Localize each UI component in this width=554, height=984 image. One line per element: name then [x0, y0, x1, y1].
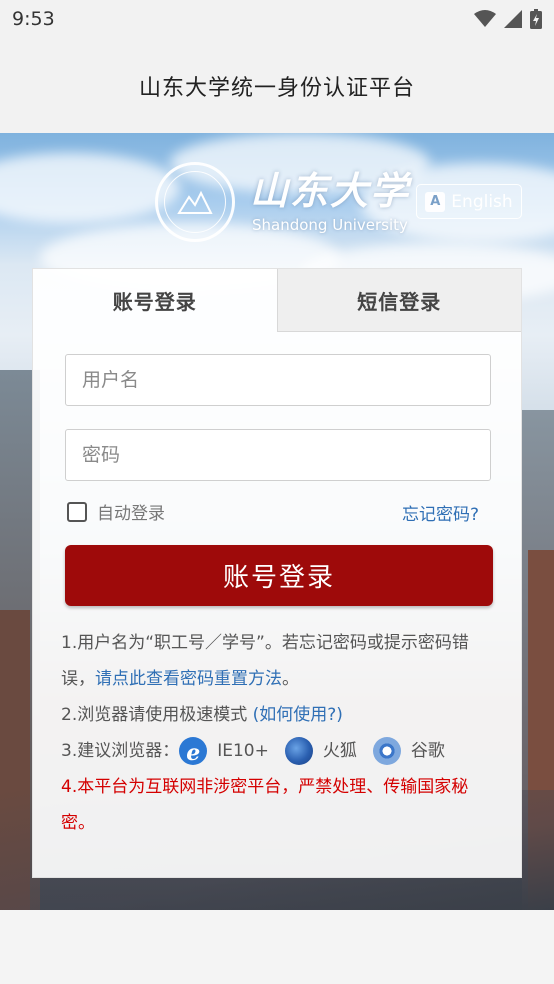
speed-mode-help-link[interactable]: (如何使用?)	[253, 705, 343, 725]
note-2-text: 2.浏览器请使用极速模式	[61, 705, 248, 725]
note-2: 2.浏览器请使用极速模式 (如何使用?)	[61, 697, 501, 733]
ie-icon	[179, 735, 208, 771]
university-name-cn: 山东大学	[250, 168, 411, 213]
browser-ie: IE10+	[179, 733, 269, 771]
bottom-blank-area	[0, 910, 554, 984]
auto-login-checkbox[interactable]	[67, 501, 87, 522]
security-warning: 4.本平台为互联网非涉密平台，严禁处理、传输国家秘密。	[61, 777, 469, 833]
firefox-icon	[284, 737, 313, 765]
note-1: 1.用户名为“职工号／学号”。若忘记密码或提示密码错误，请点此查看密码重置方法。	[61, 625, 501, 697]
password-input[interactable]	[66, 430, 490, 480]
signal-icon	[504, 10, 522, 28]
login-button[interactable]: 账号登录	[65, 545, 493, 606]
university-name-en: Shandong University	[252, 216, 408, 234]
chrome-icon	[372, 737, 401, 765]
browser-ie-label: IE10+	[217, 741, 269, 761]
note-1-end: 。	[282, 669, 299, 689]
password-field[interactable]	[65, 429, 491, 481]
tab-account-login[interactable]: 账号登录	[33, 269, 277, 332]
status-time: 9:53	[12, 8, 55, 30]
tab-sms-login[interactable]: 短信登录	[276, 269, 521, 332]
language-switch-button[interactable]: A English	[416, 184, 522, 219]
username-input[interactable]	[66, 355, 490, 405]
login-card: 账号登录 短信登录 自动登录 忘记密码? 账号登录 1.用户名为“职工号／学号”…	[32, 268, 522, 878]
battery-charging-icon	[530, 9, 542, 29]
browser-chrome-label: 谷歌	[410, 741, 445, 761]
note-3: 3.建议浏览器： IE10+ 火狐 谷歌	[61, 733, 501, 771]
status-bar: 9:53	[0, 0, 554, 38]
auto-login-option[interactable]: 自动登录	[67, 499, 165, 524]
password-reset-link[interactable]: 请点此查看密码重置方法	[95, 669, 282, 689]
auto-login-label: 自动登录	[97, 504, 165, 524]
login-notes: 1.用户名为“职工号／学号”。若忘记密码或提示密码错误，请点此查看密码重置方法。…	[61, 625, 501, 841]
translate-icon: A	[425, 191, 446, 212]
university-logo	[155, 162, 235, 242]
browser-firefox: 火狐	[284, 733, 357, 769]
forgot-password-link[interactable]: 忘记密码?	[402, 500, 479, 525]
app-bar: 山东大学统一身份认证平台	[0, 38, 554, 133]
username-field[interactable]	[65, 354, 491, 406]
note-3-text: 3.建议浏览器：	[61, 741, 180, 761]
language-button-label: English	[451, 191, 513, 212]
login-tabs: 账号登录 短信登录	[33, 269, 521, 332]
browser-firefox-label: 火狐	[322, 741, 357, 761]
status-icons	[474, 9, 542, 29]
browser-chrome: 谷歌	[372, 733, 445, 769]
page-title: 山东大学统一身份认证平台	[138, 75, 415, 101]
mountain-emblem-icon	[177, 190, 213, 214]
wifi-icon	[474, 10, 496, 27]
